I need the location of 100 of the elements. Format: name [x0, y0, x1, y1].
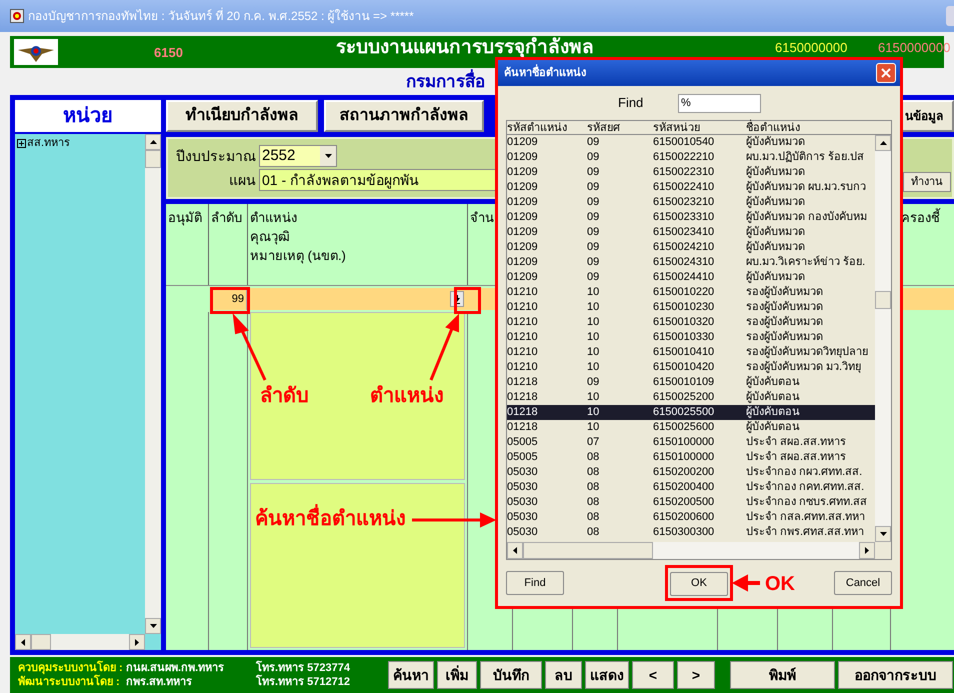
footer-button[interactable]: ค้นหา	[388, 661, 434, 689]
department-title: กรมการสื่อ	[406, 68, 485, 94]
horizontal-scrollbar[interactable]	[15, 634, 145, 650]
down-arrow-icon[interactable]	[880, 532, 886, 536]
footer-button[interactable]: บันทึก	[480, 661, 542, 689]
order-cell[interactable]: 99	[211, 288, 248, 310]
scroll-thumb[interactable]	[31, 634, 51, 650]
field-label: ปีงบประมาณ	[175, 146, 256, 166]
arrow	[430, 314, 459, 381]
vertical-scrollbar[interactable]	[145, 134, 161, 634]
list-row[interactable]: 05030 08 6150200600 ประจำ กสล.ศทท.สส.ทหา	[507, 510, 875, 525]
list-row[interactable]: 05030 08 6150200200 ประจำกอง กผว.ศทท.สส.	[507, 465, 875, 480]
column-header: ลำดับ	[209, 204, 248, 285]
list-header[interactable]: รหัสยศ	[587, 121, 653, 134]
list-row[interactable]: 05005 07 6150100000 ประจำ สผอ.สส.ทหาร	[507, 435, 875, 450]
tab-button[interactable]: นข้อมูล	[900, 100, 954, 132]
find-field[interactable]: %	[678, 94, 761, 112]
footer-button[interactable]: พิมพ์	[730, 661, 835, 689]
scroll-right-button[interactable]	[859, 542, 875, 559]
down-arrow-icon[interactable]	[150, 624, 156, 628]
scroll-left-button[interactable]	[507, 542, 523, 559]
scroll-up-button[interactable]	[145, 134, 161, 150]
list-row[interactable]: 05030 08 6150200400 ประจำกอง กคท.ศทท.สส.	[507, 480, 875, 495]
emblem-icon	[14, 39, 58, 65]
list-row[interactable]: 01218 09 6150010109 ผู้บังคับตอน	[507, 375, 875, 390]
right-arrow-icon[interactable]	[865, 547, 869, 554]
list-row[interactable]: 01210 10 6150010420 รองผู้บังคับหมวด มว.วิทยุ	[507, 360, 875, 375]
expand-icon[interactable]	[17, 138, 26, 148]
column-header: อนุมัติ	[166, 204, 209, 285]
list-header[interactable]: รหัสหน่วย	[653, 121, 746, 134]
qualification-field[interactable]	[250, 312, 465, 480]
scroll-up-button[interactable]	[875, 135, 891, 151]
list-row[interactable]: 01210 10 6150010220 รองผู้บังคับหมวด	[507, 285, 875, 300]
close-icon[interactable]	[876, 63, 896, 83]
list-header[interactable]: รหัสตำแหน่ง	[507, 121, 587, 134]
app-icon	[10, 9, 24, 23]
list-row[interactable]: 01210 10 6150010410 รองผู้บังคับหมวดวิทยุปลาย	[507, 345, 875, 360]
credit-label: พัฒนาระบบงานโดย :	[18, 675, 121, 689]
column-header: ครองชี้	[901, 210, 940, 225]
dialog-button[interactable]: Cancel	[834, 571, 892, 595]
footer-button[interactable]: ลบ	[545, 661, 582, 689]
scroll-thumb[interactable]	[875, 291, 891, 309]
scroll-thumb[interactable]	[523, 542, 653, 559]
scroll-down-button[interactable]	[875, 526, 891, 542]
annotation-label: ตำแหน่ง	[370, 384, 444, 409]
list-row[interactable]: 01209 09 6150022210 ผบ.มว.ปฏิบัติการ ร้อย.ปส	[507, 150, 875, 165]
remarks-field[interactable]	[250, 483, 465, 648]
panel-title: หน่วย	[15, 100, 161, 132]
footer-button[interactable]: ออกจากระบบ	[838, 661, 953, 689]
find-label: Find	[618, 94, 644, 112]
right-arrow-icon[interactable]	[135, 638, 139, 646]
unit-code: 6150000000	[775, 39, 848, 57]
list-header[interactable]: ชื่อตำแหน่ง	[746, 121, 876, 134]
credit-org: กนผ.สนผพ.กพ.ทหาร	[126, 661, 226, 675]
scroll-right-button[interactable]	[129, 634, 145, 650]
list-row[interactable]: 01210 10 6150010320 รองผู้บังคับหมวด	[507, 315, 875, 330]
list-row[interactable]: 01210 10 6150010230 รองผู้บังคับหมวด	[507, 300, 875, 315]
system-title: ระบบงานแผนการบรรจุกำลังพล	[336, 36, 594, 60]
list-row[interactable]: 05005 08 6150100000 ประจำ สผอ.สส.ทหาร	[507, 450, 875, 465]
footer-button[interactable]: >	[677, 661, 715, 689]
year-dropdown[interactable]: 2552	[259, 145, 337, 167]
vertical-scrollbar[interactable]	[875, 135, 891, 542]
left-arrow-icon[interactable]	[513, 547, 517, 554]
annotation-label: ลำดับ	[260, 384, 309, 409]
list-row[interactable]: 01218 10 6150025200 ผู้บังคับตอน	[507, 390, 875, 405]
credit-org: กพร.สท.ทหาร	[126, 675, 194, 689]
list-row[interactable]: 01218 10 6150025500 ผู้บังคับตอน	[507, 405, 875, 420]
scroll-thumb[interactable]	[145, 150, 161, 168]
tab-button[interactable]: สถานภาพกำลังพล	[324, 100, 484, 132]
list-row[interactable]: 01209 09 6150010540 ผู้บังคับหมวด	[507, 135, 875, 150]
unit-code: 6150	[154, 44, 184, 62]
list-row[interactable]: 05030 08 6150200500 ประจำกอง กซบร.ศทท.สส	[507, 495, 875, 510]
left-arrow-icon[interactable]	[21, 638, 25, 646]
list-row[interactable]: 05030 08 6150300300 ประจำ กพร.ศทส.สส.ทหา	[507, 525, 875, 540]
scroll-left-button[interactable]	[15, 634, 31, 650]
annotation-label: OK	[765, 572, 795, 597]
tab-button[interactable]: ทำเนียบกำลังพล	[166, 100, 318, 132]
window-title: กองบัญชาการกองทัพไทย : วันจันทร์ ที่ 20 ก.ค. พ.ศ.2552 : ผู้ใช้งาน => *****	[28, 7, 414, 25]
dialog-button[interactable]: OK	[670, 572, 728, 596]
tree-item[interactable]: สส.ทหาร	[27, 135, 70, 152]
highlight-box	[210, 287, 250, 314]
dialog-button[interactable]: Find	[506, 571, 564, 595]
credit-phone: โทร.ทหาร 5712712	[256, 675, 350, 689]
up-arrow-icon[interactable]	[880, 141, 886, 145]
credit-phone: โทร.ทหาร 5723774	[256, 661, 350, 674]
footer-button[interactable]: เพิ่ม	[437, 661, 477, 689]
footer-button[interactable]: แสดง	[585, 661, 629, 689]
column-header: ตำแหน่ง คุณวุฒิ หมายเหตุ (นขต.)	[248, 204, 468, 285]
footer-button[interactable]: <	[632, 661, 674, 689]
list-row[interactable]: 01210 10 6150010330 รองผู้บังคับหมวด	[507, 330, 875, 345]
horizontal-scrollbar[interactable]	[507, 542, 875, 559]
dialog-title: ค้นหาชื่อตำแหน่ง	[504, 64, 876, 82]
list-row[interactable]: 01218 10 6150025600 ผู้บังคับตอน	[507, 420, 875, 435]
annotation-label: ค้นหาชื่อตำแหน่ง	[255, 503, 406, 535]
up-arrow-icon[interactable]	[150, 140, 156, 144]
run-button[interactable]: ทำงาน	[903, 172, 951, 192]
down-arrow-icon[interactable]	[324, 154, 332, 158]
highlight-box	[454, 287, 481, 314]
scroll-down-button[interactable]	[145, 618, 161, 634]
arrow	[232, 313, 266, 381]
